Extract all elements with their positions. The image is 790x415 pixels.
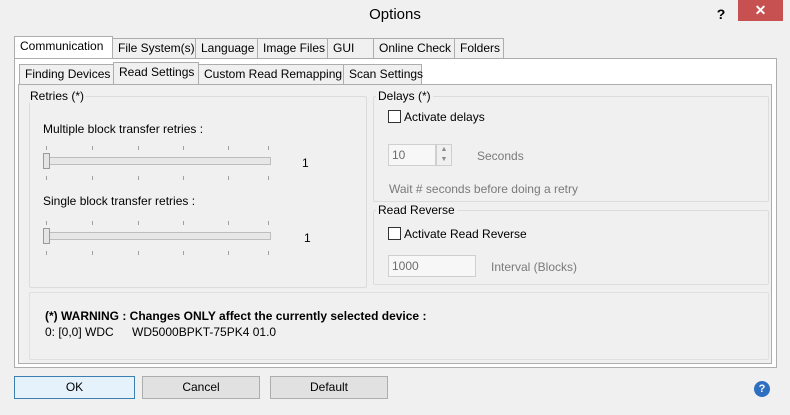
spin-down-icon[interactable]: ▼ <box>437 155 451 165</box>
delay-note: Wait # seconds before doing a retry <box>389 182 578 196</box>
close-button[interactable]: ✕ <box>738 0 783 21</box>
main-tab-bar: Communication File System(s) Language Im… <box>14 36 504 60</box>
tab-custom-read-remapping[interactable]: Custom Read Remapping <box>198 64 344 84</box>
tab-language[interactable]: Language <box>195 38 258 58</box>
window-title: Options <box>369 6 421 23</box>
delay-seconds-input[interactable]: 10 <box>388 144 436 166</box>
tab-finding-devices[interactable]: Finding Devices <box>19 64 114 84</box>
slider-thumb[interactable] <box>43 153 50 169</box>
single-block-retries-label: Single block transfer retries : <box>43 194 196 208</box>
activate-read-reverse-label: Activate Read Reverse <box>404 227 527 241</box>
help-icon[interactable]: ? <box>712 4 730 24</box>
default-button[interactable]: Default <box>270 376 388 399</box>
tab-read-settings[interactable]: Read Settings <box>113 62 199 84</box>
single-block-retries-value: 1 <box>304 231 311 245</box>
multiple-block-retries-value: 1 <box>302 156 309 170</box>
warning-text: (*) WARNING : Changes ONLY affect the cu… <box>45 309 427 323</box>
sub-tab-bar: Finding Devices Read Settings Custom Rea… <box>19 62 423 86</box>
activate-read-reverse-checkbox[interactable] <box>388 227 401 240</box>
delays-group-title: Delays (*) <box>376 89 433 103</box>
interval-input[interactable]: 1000 <box>388 255 476 277</box>
tab-gui[interactable]: GUI <box>327 38 374 58</box>
device-model: WD5000BPKT-75PK4 01.0 <box>132 325 277 339</box>
activate-delays-label: Activate delays <box>404 110 485 124</box>
tab-folders[interactable]: Folders <box>454 38 504 58</box>
tab-communication[interactable]: Communication <box>14 36 113 58</box>
retries-group-title: Retries (*) <box>28 89 87 103</box>
help-icon[interactable]: ? <box>754 381 770 397</box>
activate-delays-checkbox[interactable] <box>388 110 401 123</box>
ok-button[interactable]: OK <box>14 376 135 399</box>
tab-image-files[interactable]: Image Files <box>257 38 328 58</box>
spin-up-icon[interactable]: ▲ <box>437 145 451 155</box>
title-bar: Options ? ✕ <box>0 0 790 30</box>
tab-file-systems[interactable]: File System(s) <box>112 38 196 58</box>
slider-thumb[interactable] <box>43 228 50 244</box>
multiple-block-retries-label: Multiple block transfer retries : <box>43 122 204 136</box>
delay-seconds-spinner[interactable]: ▲ ▼ <box>436 144 452 166</box>
seconds-label: Seconds <box>477 149 524 163</box>
cancel-button[interactable]: Cancel <box>142 376 260 399</box>
device-id: 0: [0,0] WDC <box>45 325 114 339</box>
interval-label: Interval (Blocks) <box>491 260 578 274</box>
tab-online-check[interactable]: Online Check <box>373 38 455 58</box>
read-reverse-group-title: Read Reverse <box>376 203 457 217</box>
tab-scan-settings[interactable]: Scan Settings <box>343 64 423 84</box>
